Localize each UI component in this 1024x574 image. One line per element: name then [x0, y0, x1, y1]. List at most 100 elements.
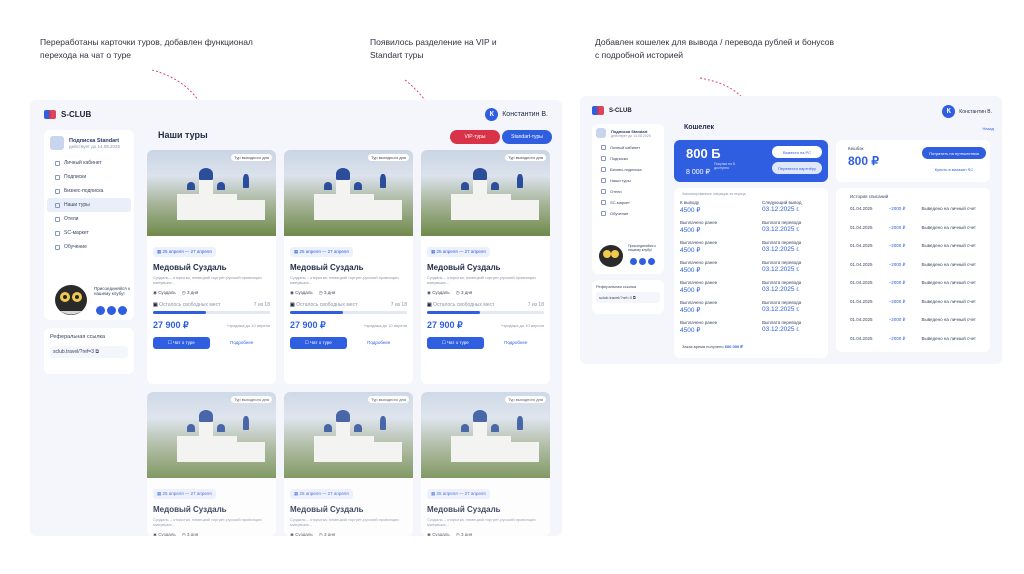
price-note: *продажа до 10 апреля — [500, 323, 544, 329]
vk-icon[interactable] — [107, 306, 116, 315]
tour-card[interactable]: Тур выходного дня ▦ 25 апреля — 27 апрел… — [147, 392, 276, 536]
sidebar-item-subscriptions[interactable]: Подписки — [47, 170, 131, 184]
subscription-card[interactable]: Подписка Standart действует до 14.08.2025 — [44, 130, 134, 156]
sidebar-item-learning[interactable]: Обучение — [595, 208, 661, 219]
history-title: История списаний — [850, 194, 889, 199]
copy-icon[interactable]: ⧉ — [95, 349, 99, 355]
telegram-icon[interactable] — [96, 306, 105, 315]
referral-card: Реферальная ссылка sclub.travel/?ref=3 ⧉ — [44, 328, 134, 374]
sidebar-item-market[interactable]: SC-маркет — [595, 197, 661, 208]
tour-duration: ◷ 3 дня — [455, 532, 473, 536]
vk-icon[interactable] — [639, 258, 646, 265]
mascot-illustration — [55, 285, 87, 315]
chat-icon[interactable] — [648, 258, 655, 265]
tour-photo: Тур выходного дня — [284, 392, 413, 478]
operation-row: Выплачено ранее Выплата перевода 4500 ₽ 03… — [674, 300, 828, 314]
more-button[interactable]: Подробнее — [214, 337, 271, 349]
tour-card[interactable]: Тур выходного дня ▦ 25 апреля — 27 апрел… — [147, 150, 276, 384]
referral-link[interactable]: sclub.travel/?ref=3 ⧉ — [50, 346, 128, 358]
sidebar-item-tours[interactable]: Наши туры — [47, 198, 131, 212]
sidebar-item-learning[interactable]: Обучение — [47, 240, 131, 254]
tour-card[interactable]: Тур выходного дня ▦ 25 апреля — 27 апрел… — [284, 392, 413, 536]
tour-title: Медовый Суздаль — [290, 263, 364, 272]
telegram-icon[interactable] — [630, 258, 637, 265]
operation-row: К выводу Следующий вывод 4500 ₽ 03.12.2025… — [674, 200, 828, 214]
tour-type-tag: Тур выходного дня — [231, 396, 272, 403]
join-club-text: Присоединяйся к нашему клубу! — [628, 244, 656, 252]
tour-duration: ◷ 3 дня — [181, 290, 199, 296]
history-row: 01.04.2025 −2000 ₽ Выведено на личный счет — [836, 206, 990, 212]
balance-rub: 8 000 ₽ — [686, 169, 710, 176]
history-date: 01.04.2025 — [850, 298, 873, 304]
brand-name: S-CLUB — [61, 110, 92, 119]
transfer-button[interactable]: Перевести партнёру — [772, 162, 822, 174]
chat-about-tour-button[interactable]: ☐ Чат о туре — [427, 337, 484, 350]
operation-date: 03.12.2025 г. — [762, 326, 800, 333]
referral-link[interactable]: sclub.travel/?ref=3 ⧉ — [596, 292, 660, 303]
tour-photo: Тур выходного дня — [147, 392, 276, 478]
more-button[interactable]: Подробнее — [488, 337, 545, 349]
history-amount: −2000 ₽ — [888, 317, 906, 322]
seats-progress — [153, 311, 270, 315]
history-date: 01.04.2025 — [850, 317, 873, 322]
tour-duration: ◷ 3 дня — [181, 532, 199, 536]
copy-icon[interactable]: ⧉ — [633, 295, 636, 300]
tour-dates: ▦ 25 апреля — 27 апреля — [427, 247, 490, 257]
tour-card[interactable]: Тур выходного дня ▦ 25 апреля — 27 апрел… — [421, 150, 550, 384]
sidebar-item-tours[interactable]: Наши туры — [595, 175, 661, 186]
operations-header: Запланированные операции за период — [682, 192, 746, 196]
sidebar-item-cabinet[interactable]: Личный кабинет — [47, 156, 131, 170]
history-desc: Выведено на личный счет — [921, 261, 976, 267]
seats-progress-fill — [290, 311, 343, 315]
history-amount: −2000 ₽ — [888, 280, 906, 285]
history-desc: Выведено на личный счет — [921, 243, 976, 248]
sidebar-item-hotels[interactable]: Отели — [47, 212, 131, 226]
spend-travel-button[interactable]: Потратить на путешествия — [922, 147, 986, 159]
user-menu-2[interactable]: К Константин В. — [942, 105, 992, 118]
operation-amount: 4500 ₽ — [680, 287, 701, 294]
tour-description: Суздаль – открытка, немецкий торгрет-рус… — [290, 275, 399, 286]
wallet-screen: S-CLUB К Константин В. Подписка Standart… — [580, 96, 1002, 364]
withdraw-button[interactable]: Вывести на РС — [772, 146, 822, 158]
history-row: 01.04.2025 −2000 ₽ Выведено на личный счет — [836, 299, 990, 305]
back-link[interactable]: Назад — [983, 126, 994, 131]
operation-row: Выплачено ранее Выплата перевода 4500 ₽ 03… — [674, 320, 828, 334]
tab-standart[interactable]: Standart-туры — [502, 130, 552, 144]
chat-about-tour-button[interactable]: ☐ Чат о туре — [290, 337, 347, 350]
subscription-card[interactable]: Подписка Standart действует до 14.08.2025 — [592, 124, 664, 142]
sidebar: Подписка Standart действует до 14.08.2025… — [44, 130, 134, 320]
sidebar-item-business[interactable]: Бизнес-подписка — [47, 184, 131, 198]
cart-icon — [601, 200, 606, 205]
buy-store-button[interactable]: Купить в магазин SC — [922, 163, 986, 175]
social-links — [630, 258, 655, 265]
tour-photo: Тур выходного дня — [421, 392, 550, 478]
history-desc: Выведено на личный счет — [921, 298, 976, 304]
operation-row: Выплачено ранее Выплата перевода 4500 ₽ 03… — [674, 280, 828, 294]
chat-about-tour-button[interactable]: ☐ Чат о туре — [153, 337, 210, 350]
history-amount: −2000 ₽ — [888, 243, 906, 248]
operation-label: Выплачено ранее — [680, 300, 718, 305]
brand-logo[interactable]: S-CLUB — [44, 110, 91, 119]
cashback-label: Кешбэк — [848, 146, 864, 151]
tour-card[interactable]: Тур выходного дня ▦ 25 апреля — 27 апрел… — [284, 150, 413, 384]
operation-amount: 4500 ₽ — [680, 227, 701, 234]
operation-amount: 4500 ₽ — [680, 267, 701, 274]
history-date: 01.04.2025 — [850, 335, 873, 341]
tab-vip[interactable]: VIP-туры — [450, 130, 500, 144]
user-menu[interactable]: К Константин В. — [485, 108, 548, 121]
sidebar-item-business[interactable]: Бизнес-подписка — [595, 164, 661, 175]
chat-icon[interactable] — [118, 306, 127, 315]
tour-title: Медовый Суздаль — [290, 505, 364, 514]
more-button[interactable]: Подробнее — [351, 337, 408, 349]
tour-type-tag: Тур выходного дня — [505, 396, 546, 403]
tour-card[interactable]: Тур выходного дня ▦ 25 апреля — 27 апрел… — [421, 392, 550, 536]
sidebar-item-cabinet[interactable]: Личный кабинет — [595, 142, 661, 153]
history-date: 01.04.2025 — [850, 280, 873, 285]
wallet-title: Кошелек — [684, 124, 715, 131]
sidebar-item-market[interactable]: SC-маркет — [47, 226, 131, 240]
sidebar-item-subscriptions[interactable]: Подписки — [595, 153, 661, 164]
history-list: История списаний 01.04.2025 −2000 ₽ Выведе… — [836, 188, 990, 352]
mascot-illustration — [599, 245, 623, 267]
sidebar-item-hotels[interactable]: Отели — [595, 186, 661, 197]
brand-logo-2[interactable]: S-CLUB — [592, 106, 632, 115]
